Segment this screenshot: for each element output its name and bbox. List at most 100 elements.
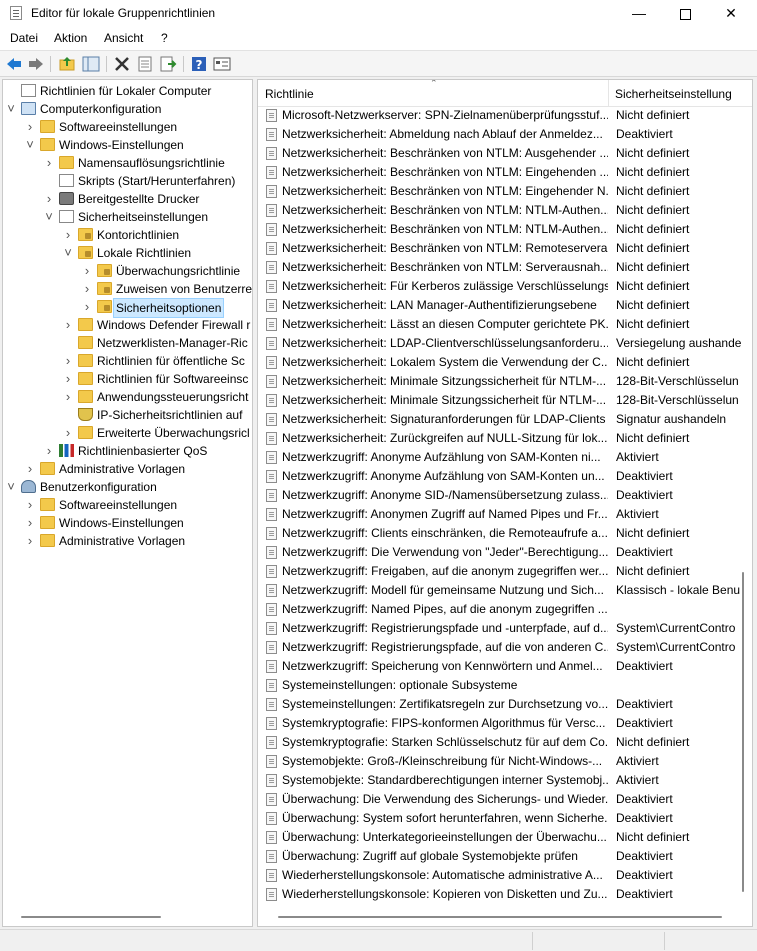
policy-row[interactable]: Systemeinstellungen: Zertifikatsregeln z…	[258, 695, 752, 714]
column-divider[interactable]	[608, 80, 609, 106]
policy-row[interactable]: Netzwerksicherheit: Lokalem System die V…	[258, 353, 752, 372]
maximize-button[interactable]	[663, 0, 707, 27]
policy-row[interactable]: Netzwerkzugriff: Speicherung von Kennwör…	[258, 657, 752, 676]
tree-item[interactable]: › Erweiterte Überwachungsricl	[3, 424, 252, 442]
menu-help[interactable]: ?	[161, 31, 168, 45]
collapsed-chevron-icon[interactable]: ›	[82, 298, 92, 316]
policy-row[interactable]: Überwachung: Zugriff auf globale Systemo…	[258, 847, 752, 866]
policy-row[interactable]: Systemeinstellungen: optionale Subsystem…	[258, 676, 752, 695]
tree-item[interactable]: ˅ Windows-Einstellungen	[3, 136, 252, 154]
console-tree[interactable]: Richtlinien für Lokaler Computer ˅ Compute…	[2, 79, 253, 927]
tree-item[interactable]: › Richtlinien für öffentliche Sc	[3, 352, 252, 370]
policy-row[interactable]: Netzwerkzugriff: Anonyme Aufzählung von …	[258, 448, 752, 467]
policy-row[interactable]: Netzwerksicherheit: Beschränken von NTLM…	[258, 239, 752, 258]
policy-row[interactable]: Netzwerkzugriff: Anonyme SID-/Namensüber…	[258, 486, 752, 505]
tree-item[interactable]: ˅ Sicherheitseinstellungen	[3, 208, 252, 226]
tree-item[interactable]: › Richtlinien für Softwareeinsc	[3, 370, 252, 388]
tree-item[interactable]: IP-Sicherheitsrichtlinien auf	[3, 406, 252, 424]
policy-row[interactable]: Netzwerkzugriff: Clients einschränken, d…	[258, 524, 752, 543]
policy-row[interactable]: Überwachung: Unterkategorieeinstellungen…	[258, 828, 752, 847]
collapsed-chevron-icon[interactable]: ›	[63, 424, 73, 442]
policy-row[interactable]: Überwachung: Die Verwendung des Sicherun…	[258, 790, 752, 809]
collapsed-chevron-icon[interactable]: ›	[63, 316, 73, 334]
menu-datei[interactable]: Datei	[10, 31, 38, 45]
tree-item[interactable]: Richtlinien für Lokaler Computer	[3, 82, 252, 100]
column-header-richtlinie[interactable]: Richtlinie	[265, 87, 314, 101]
up-folder-icon[interactable]	[58, 55, 76, 73]
collapsed-chevron-icon[interactable]: ›	[63, 226, 73, 244]
collapsed-chevron-icon[interactable]: ›	[25, 460, 35, 478]
help-icon[interactable]: ?	[190, 55, 208, 73]
tree-item[interactable]: › Bereitgestellte Drucker	[3, 190, 252, 208]
tree-item[interactable]: Netzwerklisten-Manager-Ric	[3, 334, 252, 352]
tree-item[interactable]: Skripts (Start/Herunterfahren)	[3, 172, 252, 190]
tree-item[interactable]: ˅ Computerkonfiguration	[3, 100, 252, 118]
expanded-chevron-icon[interactable]: ˅	[25, 136, 35, 154]
collapsed-chevron-icon[interactable]: ›	[25, 514, 35, 532]
collapsed-chevron-icon[interactable]: ›	[44, 154, 54, 172]
tree-item[interactable]: › Zuweisen von Benutzerre	[3, 280, 252, 298]
policy-row[interactable]: Systemkryptografie: FIPS-konformen Algor…	[258, 714, 752, 733]
policy-row[interactable]: Wiederherstellungskonsole: Kopieren von …	[258, 885, 752, 904]
policy-row[interactable]: Netzwerksicherheit: Beschränken von NTLM…	[258, 258, 752, 277]
tree-item[interactable]: › Sicherheitsoptionen	[3, 298, 252, 318]
collapsed-chevron-icon[interactable]: ›	[63, 352, 73, 370]
tree-item[interactable]: ˅ Benutzerkonfiguration	[3, 478, 252, 496]
policy-row[interactable]: Netzwerkzugriff: Anonymen Zugriff auf Na…	[258, 505, 752, 524]
collapsed-chevron-icon[interactable]: ›	[25, 532, 35, 550]
collapsed-chevron-icon[interactable]: ›	[44, 442, 54, 460]
list-horizontal-scrollbar[interactable]	[278, 916, 722, 918]
policy-row[interactable]: Netzwerksicherheit: Minimale Sitzungssic…	[258, 391, 752, 410]
policy-row[interactable]: Netzwerkzugriff: Anonyme Aufzählung von …	[258, 467, 752, 486]
policy-row[interactable]: Netzwerkzugriff: Freigaben, auf die anon…	[258, 562, 752, 581]
menu-aktion[interactable]: Aktion	[54, 31, 87, 45]
forward-icon[interactable]	[27, 55, 45, 73]
collapsed-chevron-icon[interactable]: ›	[44, 190, 54, 208]
list-vertical-scrollbar[interactable]	[742, 572, 744, 892]
tree-item[interactable]: › Überwachungsrichtlinie	[3, 262, 252, 280]
tree-item[interactable]: › Windows-Einstellungen	[3, 514, 252, 532]
expanded-chevron-icon[interactable]: ˅	[63, 244, 73, 262]
tree-item[interactable]: › Softwareeinstellungen	[3, 118, 252, 136]
tree-item[interactable]: ˅ Lokale Richtlinien	[3, 244, 252, 262]
collapsed-chevron-icon[interactable]: ›	[82, 262, 92, 280]
tree-item[interactable]: › Kontorichtlinien	[3, 226, 252, 244]
policy-row[interactable]: Netzwerkzugriff: Modell für gemeinsame N…	[258, 581, 752, 600]
close-button[interactable]: ✕	[709, 0, 753, 27]
tree-item[interactable]: › Windows Defender Firewall r	[3, 316, 252, 334]
view-icon[interactable]	[213, 55, 231, 73]
policy-row[interactable]: Netzwerksicherheit: Beschränken von NTLM…	[258, 144, 752, 163]
policy-row[interactable]: Netzwerkzugriff: Registrierungspfade und…	[258, 619, 752, 638]
policy-row[interactable]: Netzwerksicherheit: Lässt an diesen Comp…	[258, 315, 752, 334]
policy-row[interactable]: Netzwerksicherheit: Abmeldung nach Ablau…	[258, 125, 752, 144]
policy-row[interactable]: Systemkryptografie: Starken Schlüsselsch…	[258, 733, 752, 752]
collapsed-chevron-icon[interactable]: ›	[63, 370, 73, 388]
collapsed-chevron-icon[interactable]: ›	[63, 388, 73, 406]
policy-row[interactable]: Netzwerksicherheit: Zurückgreifen auf NU…	[258, 429, 752, 448]
policy-row[interactable]: Überwachung: System sofort herunterfahre…	[258, 809, 752, 828]
tree-horizontal-scrollbar[interactable]	[21, 916, 161, 918]
minimize-button[interactable]: —	[617, 0, 661, 27]
policy-row[interactable]: Netzwerksicherheit: Minimale Sitzungssic…	[258, 372, 752, 391]
policy-row[interactable]: Netzwerkzugriff: Die Verwendung von "Jed…	[258, 543, 752, 562]
column-header-sicherheitseinstellung[interactable]: Sicherheitseinstellung	[615, 87, 732, 101]
tree-item[interactable]: › Richtlinienbasierter QoS	[3, 442, 252, 460]
tree-item[interactable]: › Administrative Vorlagen	[3, 460, 252, 478]
delete-icon[interactable]	[113, 55, 131, 73]
policy-row[interactable]: Netzwerksicherheit: Beschränken von NTLM…	[258, 201, 752, 220]
policy-row[interactable]: Systemobjekte: Standardberechtigungen in…	[258, 771, 752, 790]
collapsed-chevron-icon[interactable]: ›	[25, 118, 35, 136]
tree-item[interactable]: › Namensauflösungsrichtlinie	[3, 154, 252, 172]
policy-list[interactable]: ⌃ Richtlinie Sicherheitseinstellung Micr…	[257, 79, 753, 927]
policy-row[interactable]: Netzwerksicherheit: Für Kerberos zulässi…	[258, 277, 752, 296]
policy-row[interactable]: Netzwerkzugriff: Named Pipes, auf die an…	[258, 600, 752, 619]
back-icon[interactable]	[5, 55, 23, 73]
expanded-chevron-icon[interactable]: ˅	[6, 100, 16, 118]
collapsed-chevron-icon[interactable]: ›	[82, 280, 92, 298]
policy-row[interactable]: Wiederherstellungskonsole: Automatische …	[258, 866, 752, 885]
policy-row[interactable]: Netzwerksicherheit: Beschränken von NTLM…	[258, 220, 752, 239]
policy-row[interactable]: Netzwerksicherheit: LAN Manager-Authenti…	[258, 296, 752, 315]
menu-ansicht[interactable]: Ansicht	[104, 31, 143, 45]
policy-row[interactable]: Netzwerksicherheit: Signaturanforderunge…	[258, 410, 752, 429]
policy-row[interactable]: Netzwerksicherheit: Beschränken von NTLM…	[258, 163, 752, 182]
